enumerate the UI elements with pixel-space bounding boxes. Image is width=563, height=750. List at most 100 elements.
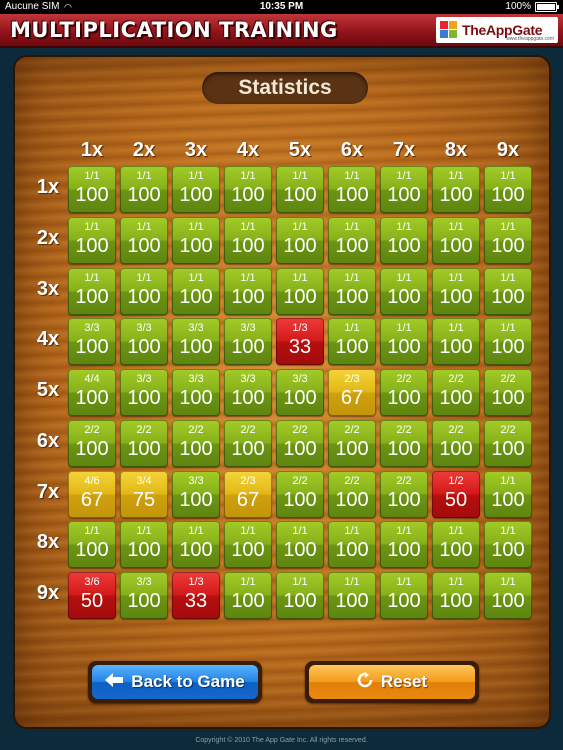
stat-fraction: 2/3 [240,474,256,487]
stat-fraction: 2/2 [292,423,308,436]
stat-cell: 2/2 100 [276,470,324,518]
stat-cell: 2/2 100 [484,369,532,416]
stat-cell: 3/3 100 [68,318,116,366]
back-to-game-button[interactable]: Back to Game [88,661,262,703]
column-header: 3x [184,139,208,161]
stat-fraction: 1/1 [84,170,100,182]
stat-cell: 1/1 100 [68,521,116,569]
stat-fraction: 1/1 [84,271,100,284]
stat-fraction: 2/2 [448,423,464,436]
stat-percentage: 100 [439,184,473,206]
stat-fraction: 3/3 [188,474,204,487]
stat-percentage: 100 [439,336,473,359]
stat-fraction: 1/1 [500,525,516,538]
stat-percentage: 100 [335,539,369,562]
stat-fraction: 2/2 [136,423,152,436]
stat-fraction: 1/1 [188,271,204,284]
battery-indicator: 100% [505,0,559,14]
statistics-grid: 1/1 100 1/1 100 1/1 100 1/1 100 1/1 100 1/1 100 1/1 1… [68,166,536,620]
stat-percentage: 100 [335,285,369,308]
stat-percentage: 100 [179,539,213,562]
stat-fraction: 3/3 [240,322,256,335]
stat-percentage: 100 [491,234,525,257]
stat-cell: 1/1 100 [224,572,272,619]
stat-percentage: 100 [179,285,213,308]
stat-cell: 3/3 100 [172,369,220,416]
stat-cell: 1/3 33 [276,318,324,366]
stat-fraction: 2/2 [500,373,516,385]
stat-percentage: 67 [80,488,104,511]
stat-percentage: 100 [283,184,317,206]
stat-fraction: 1/1 [448,525,464,538]
stat-cell: 1/1 100 [380,166,428,213]
stat-fraction: 3/3 [188,322,204,335]
brand-url: www.theappgate.com [506,36,554,42]
stat-cell: 2/3 67 [224,470,272,518]
row-header: 7x [36,480,60,503]
stat-percentage: 100 [283,488,317,511]
stat-percentage: 100 [231,590,265,612]
column-header: 2x [132,139,156,161]
stat-cell: 3/4 75 [120,470,168,518]
stat-percentage: 100 [179,234,213,257]
stat-fraction: 1/1 [84,525,100,538]
panel-title: Statistics [202,72,368,104]
stat-fraction: 1/1 [240,220,256,233]
stat-cell: 1/1 100 [172,166,220,213]
stat-cell: 1/1 100 [432,521,480,569]
stat-fraction: 1/1 [240,576,256,588]
stat-percentage: 100 [179,387,213,409]
stat-fraction: 1/1 [136,525,152,538]
stat-cell: 2/2 100 [380,369,428,416]
row-header: 8x [36,531,60,554]
clock: 10:35 PM [259,1,304,12]
stat-percentage: 67 [236,488,260,511]
stat-cell: 1/1 100 [484,521,532,569]
stat-percentage: 100 [231,539,265,562]
stat-percentage: 33 [288,336,312,359]
battery-icon [535,2,559,12]
stat-cell: 1/1 100 [68,166,116,213]
stat-fraction: 1/1 [292,271,308,284]
stat-fraction: 4/6 [84,474,100,487]
stat-cell: 1/1 100 [432,166,480,213]
stat-percentage: 100 [231,184,265,206]
stat-cell: 1/1 100 [484,267,532,315]
column-header: 9x [496,139,520,161]
stat-percentage: 100 [283,285,317,308]
stat-fraction: 1/1 [396,170,412,182]
refresh-icon [357,671,373,693]
stat-fraction: 1/1 [344,322,360,335]
reset-button[interactable]: Reset [305,661,479,703]
stat-percentage: 100 [491,539,525,562]
stat-percentage: 100 [283,387,317,409]
stat-cell: 1/1 100 [120,166,168,213]
row-header: 3x [36,277,60,300]
stat-cell: 3/3 100 [224,369,272,416]
stat-cell: 1/1 100 [484,318,532,366]
row-header: 2x [36,226,60,249]
stat-percentage: 100 [283,437,317,460]
stat-cell: 1/1 100 [432,216,480,264]
stat-cell: 2/2 100 [68,419,116,467]
stat-cell: 1/1 100 [328,318,376,366]
stat-fraction: 1/1 [240,525,256,538]
stat-cell: 3/3 100 [172,470,220,518]
stat-fraction: 1/1 [500,322,516,335]
stat-fraction: 1/1 [240,271,256,284]
stat-fraction: 1/1 [84,220,100,233]
stat-cell: 1/1 100 [432,318,480,366]
stat-cell: 1/1 100 [380,318,428,366]
stat-cell: 2/2 100 [432,419,480,467]
app-title: MULTIPLICATION TRAINING [10,18,338,42]
stat-cell: 1/1 100 [432,572,480,619]
arrow-left-icon [105,672,124,692]
stat-percentage: 100 [179,336,213,359]
brand-logo-badge[interactable]: TheAppGate www.theappgate.com [436,17,558,43]
stat-percentage: 100 [491,387,525,409]
stat-cell: 3/6 50 [68,572,116,619]
row-header: 4x [36,328,60,351]
stat-cell: 1/1 100 [68,216,116,264]
stat-fraction: 1/1 [396,220,412,233]
stat-cell: 1/1 100 [120,267,168,315]
